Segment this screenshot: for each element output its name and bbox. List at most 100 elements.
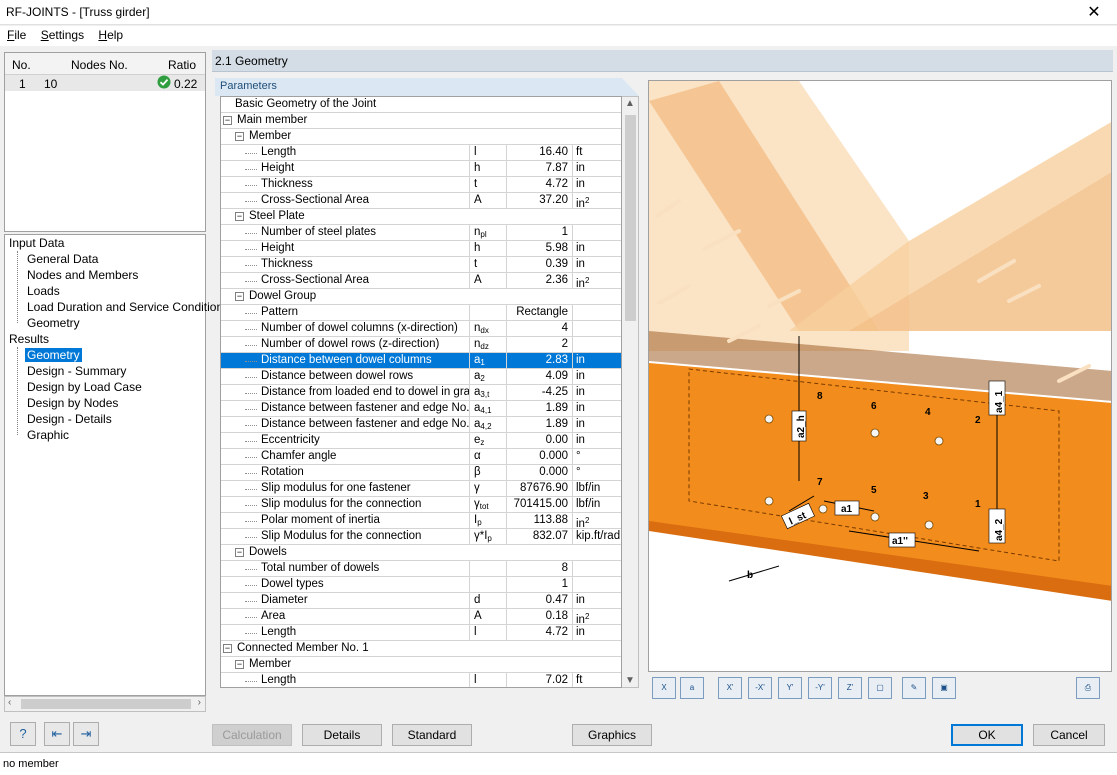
import-icon[interactable]: ⇥: [73, 722, 99, 746]
param-value[interactable]: 0.39: [506, 257, 572, 273]
export-icon[interactable]: ⇤: [44, 722, 70, 746]
menu-settings[interactable]: Settings: [34, 26, 88, 42]
param-value[interactable]: Rectangle: [506, 305, 572, 321]
view-x-button[interactable]: X: [652, 677, 676, 699]
table-row[interactable]: Diameter d 0.47 in: [221, 593, 621, 609]
param-value[interactable]: 113.88: [506, 513, 572, 529]
param-value[interactable]: 0.000: [506, 465, 572, 481]
param-value[interactable]: 0.47: [506, 593, 572, 609]
graphics-button[interactable]: Graphics: [572, 724, 652, 746]
view-minus-x-button[interactable]: -X': [748, 677, 772, 699]
param-value[interactable]: 2.36: [506, 273, 572, 289]
table-row[interactable]: Distance between dowel rows a2 4.09 in: [221, 369, 621, 385]
param-value[interactable]: 701415.00: [506, 497, 572, 513]
table-row[interactable]: Thickness t 4.72 in: [221, 177, 621, 193]
param-value[interactable]: 0.18: [506, 609, 572, 625]
help-icon[interactable]: ?: [10, 722, 36, 746]
cancel-button[interactable]: Cancel: [1033, 724, 1105, 746]
table-row[interactable]: Number of dowel rows (z-direction) ndz 2: [221, 337, 621, 353]
table-row[interactable]: Height h 5.98 in: [221, 241, 621, 257]
col-header-ratio[interactable]: Ratio: [168, 58, 196, 72]
param-value[interactable]: 4.72: [506, 625, 572, 641]
grid-title-row[interactable]: Basic Geometry of the Joint: [221, 97, 621, 113]
view-plus-x-button[interactable]: X': [718, 677, 742, 699]
details-button[interactable]: Details: [302, 724, 382, 746]
scroll-left-icon[interactable]: ‹: [8, 697, 11, 708]
param-value[interactable]: 4.09: [506, 369, 572, 385]
tree-loads[interactable]: Loads: [27, 283, 60, 299]
close-icon[interactable]: ✕: [1071, 0, 1117, 25]
grid-group-row[interactable]: − Connected Member No. 1: [221, 641, 621, 657]
table-row[interactable]: Cross-Sectional Area A 37.20 in2: [221, 193, 621, 209]
tree-input-geometry[interactable]: Geometry: [27, 315, 80, 331]
tree-design-details[interactable]: Design - Details: [27, 411, 112, 427]
table-row[interactable]: 1 10 0.22: [5, 75, 205, 91]
param-value[interactable]: 4.72: [506, 177, 572, 193]
param-value[interactable]: 16.40: [506, 145, 572, 161]
table-row[interactable]: Slip Modulus for the connection γ*Ip 832.0…: [221, 529, 621, 545]
view-a-button[interactable]: a: [680, 677, 704, 699]
table-row[interactable]: Chamfer angle α 0.000 °: [221, 449, 621, 465]
table-row[interactable]: Length l 4.72 in: [221, 625, 621, 641]
table-row[interactable]: Thickness t 0.39 in: [221, 257, 621, 273]
tree-input-data[interactable]: Input Data: [9, 235, 64, 251]
table-row[interactable]: Number of dowel columns (x-direction) ndx…: [221, 321, 621, 337]
tree-general-data[interactable]: General Data: [27, 251, 98, 267]
param-value[interactable]: 2: [506, 337, 572, 353]
param-value[interactable]: 37.20: [506, 193, 572, 209]
param-value[interactable]: 8: [506, 561, 572, 577]
param-value[interactable]: 832.07: [506, 529, 572, 545]
table-row[interactable]: Number of steel plates npl 1: [221, 225, 621, 241]
scroll-up-icon[interactable]: ▲: [622, 98, 638, 109]
grid-vertical-scrollbar[interactable]: ▲ ▼: [622, 96, 639, 688]
view-minus-y-button[interactable]: -Y': [808, 677, 832, 699]
param-value[interactable]: 0.000: [506, 449, 572, 465]
col-header-nodes[interactable]: Nodes No.: [71, 58, 128, 72]
tree-results[interactable]: Results: [9, 331, 49, 347]
table-row[interactable]: Height h 7.87 in: [221, 161, 621, 177]
tree-design-load-case[interactable]: Design by Load Case: [27, 379, 142, 395]
table-row[interactable]: Total number of dowels 8: [221, 561, 621, 577]
param-value[interactable]: 0.00: [506, 433, 572, 449]
print-button[interactable]: ⎙: [1076, 677, 1100, 699]
ok-button[interactable]: OK: [951, 724, 1023, 746]
table-row[interactable]: Distance from loaded end to dowel in gra…: [221, 385, 621, 401]
table-row[interactable]: Distance between fastener and edge No. 2…: [221, 417, 621, 433]
tree-design-nodes[interactable]: Design by Nodes: [27, 395, 118, 411]
table-row[interactable]: Pattern Rectangle: [221, 305, 621, 321]
col-header-no[interactable]: No.: [12, 58, 31, 72]
grid-group-row[interactable]: − Dowel Group: [221, 289, 621, 305]
table-row[interactable]: Distance between dowel columns a1 2.83 in: [221, 353, 621, 369]
grid-group-row[interactable]: − Member: [221, 657, 621, 673]
scroll-right-icon[interactable]: ›: [198, 697, 201, 708]
table-row[interactable]: Polar moment of inertia Ip 113.88 in2: [221, 513, 621, 529]
table-row[interactable]: Distance between fastener and edge No. 1…: [221, 401, 621, 417]
param-value[interactable]: 1: [506, 225, 572, 241]
scroll-thumb[interactable]: [21, 699, 191, 709]
view-iso-button[interactable]: ▢: [868, 677, 892, 699]
view-plus-y-button[interactable]: Y': [778, 677, 802, 699]
scroll-thumb[interactable]: [625, 115, 636, 321]
param-value[interactable]: 1: [506, 577, 572, 593]
param-value[interactable]: -4.25: [506, 385, 572, 401]
grid-group-row[interactable]: − Steel Plate: [221, 209, 621, 225]
table-row[interactable]: Dowel types 1: [221, 577, 621, 593]
menu-help[interactable]: Help: [91, 26, 127, 42]
param-value[interactable]: 7.02: [506, 673, 572, 687]
menu-file[interactable]: File: [0, 26, 30, 42]
table-row[interactable]: Rotation β 0.000 °: [221, 465, 621, 481]
table-row[interactable]: Slip modulus for the connection γtot 70141…: [221, 497, 621, 513]
table-row[interactable]: Cross-Sectional Area A 2.36 in2: [221, 273, 621, 289]
render-settings-button[interactable]: ✎: [902, 677, 926, 699]
tree-load-duration[interactable]: Load Duration and Service Conditions: [27, 299, 229, 315]
table-row[interactable]: Length l 7.02 ft: [221, 673, 621, 687]
calculation-button[interactable]: Calculation: [212, 724, 292, 746]
table-row[interactable]: Slip modulus for one fastener γ 87676.90 lb…: [221, 481, 621, 497]
view-z-button[interactable]: Z': [838, 677, 862, 699]
scroll-down-icon[interactable]: ▼: [622, 675, 638, 686]
param-value[interactable]: 1.89: [506, 401, 572, 417]
grid-group-row[interactable]: − Member: [221, 129, 621, 145]
table-row[interactable]: Length l 16.40 ft: [221, 145, 621, 161]
tree-design-summary[interactable]: Design - Summary: [27, 363, 126, 379]
tree-horizontal-scrollbar[interactable]: ‹ ›: [4, 696, 206, 712]
